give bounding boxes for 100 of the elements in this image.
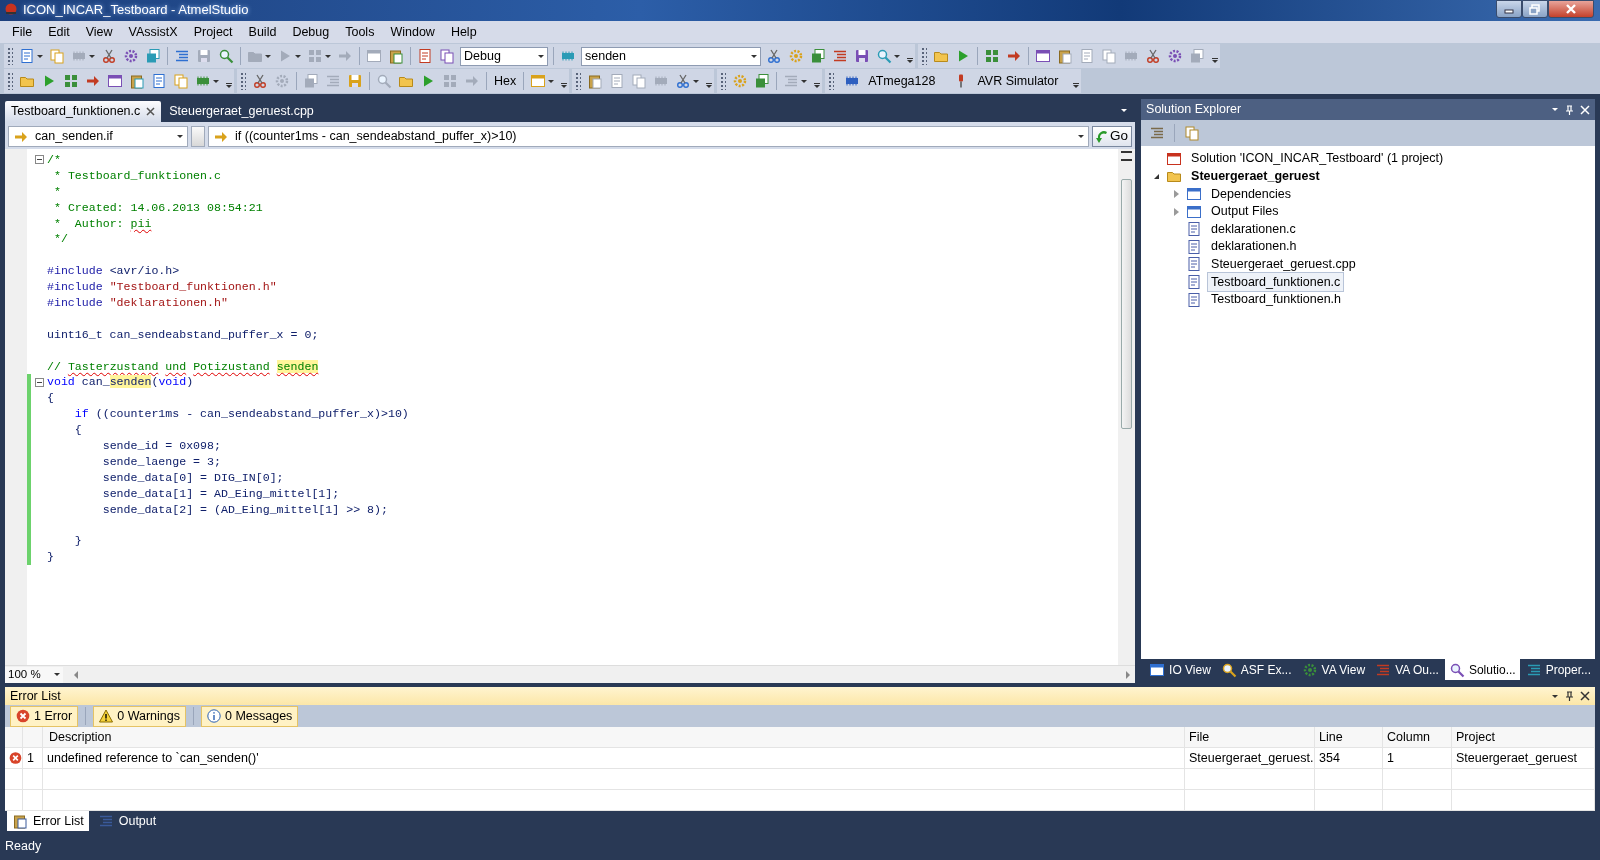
- error-icon: [16, 709, 30, 723]
- menu-item[interactable]: View: [77, 20, 121, 44]
- scroll-thumb[interactable]: [1121, 179, 1133, 429]
- toolbar-grip[interactable]: [575, 72, 582, 90]
- filter-button[interactable]: 0 Messages: [200, 705, 299, 727]
- scissors-icon[interactable]: [675, 73, 692, 89]
- toolbar-grip[interactable]: [7, 47, 13, 65]
- menu-item[interactable]: Help: [442, 20, 485, 44]
- member-dropdown[interactable]: if ((counter1ms - can_sendeabstand_puffer_x)>10): [208, 126, 1090, 147]
- expander-icon[interactable]: [1153, 173, 1159, 179]
- clipboard-icon[interactable]: [388, 48, 404, 64]
- close-icon[interactable]: [1580, 691, 1590, 701]
- clipboard-icon[interactable]: [129, 73, 145, 89]
- restore-button[interactable]: [1522, 0, 1548, 18]
- copy-icon[interactable]: [439, 48, 455, 64]
- panel-tab[interactable]: VA View: [1297, 659, 1370, 680]
- toolbar-grip[interactable]: [7, 72, 13, 90]
- panel-tab[interactable]: ASF Ex...: [1216, 659, 1296, 680]
- menu-item[interactable]: VAssistX: [120, 20, 186, 44]
- panel-title: Solution Explorer: [1146, 101, 1242, 119]
- fold-toggle[interactable]: [34, 155, 44, 165]
- column-header[interactable]: File: [1189, 727, 1210, 747]
- list-icon[interactable]: [174, 48, 190, 64]
- folder-icon: [1186, 186, 1203, 202]
- close-icon[interactable]: [146, 107, 156, 116]
- minimize-button[interactable]: [1496, 0, 1522, 18]
- window-icon[interactable]: [1035, 48, 1051, 64]
- stack-icon[interactable]: [754, 73, 771, 89]
- scroll-right-icon[interactable]: [1126, 670, 1131, 679]
- caret-icon[interactable]: [37, 54, 43, 58]
- panel-tab[interactable]: VA Ou...: [1371, 659, 1443, 680]
- grid-icon[interactable]: [984, 48, 1000, 64]
- toolbar-grip[interactable]: [720, 72, 727, 90]
- window-icon[interactable]: [107, 73, 123, 89]
- menu-item[interactable]: Window: [382, 20, 443, 44]
- menu-item[interactable]: Tools: [337, 20, 383, 44]
- go-button[interactable]: Go: [1092, 126, 1133, 147]
- code-line: void can_senden(void): [47, 374, 194, 391]
- toolbar-button[interactable]: AVR Simulator: [973, 71, 1063, 91]
- scope-dropdown[interactable]: can_senden.if: [8, 126, 188, 147]
- caret-icon[interactable]: [693, 79, 700, 83]
- menu-item[interactable]: File: [4, 20, 41, 44]
- caret-icon: [538, 54, 544, 58]
- fold-toggle[interactable]: [34, 377, 44, 387]
- menu-item[interactable]: Debug: [284, 20, 338, 44]
- zoom-dropdown[interactable]: 100 %: [5, 666, 63, 683]
- code-line: */: [52, 231, 68, 248]
- panel-tab[interactable]: Proper...: [1521, 659, 1595, 680]
- stack-icon[interactable]: [145, 48, 161, 64]
- grid-icon[interactable]: [63, 73, 79, 89]
- splitter-handle[interactable]: [1121, 151, 1133, 161]
- column-header[interactable]: Description: [49, 727, 112, 747]
- menu-item[interactable]: Project: [185, 20, 241, 44]
- list-icon[interactable]: [832, 48, 848, 64]
- scissors-icon[interactable]: [1145, 48, 1161, 64]
- caret-icon[interactable]: [213, 79, 219, 83]
- toolbar-button[interactable]: ATmega128: [864, 71, 940, 91]
- filter-button[interactable]: 0 Warnings: [93, 705, 186, 727]
- panel-tab[interactable]: IO View: [1145, 659, 1215, 680]
- scissors-icon[interactable]: [766, 48, 782, 64]
- document-icon[interactable]: [417, 48, 433, 64]
- gear-icon[interactable]: [123, 48, 139, 64]
- panel-tab[interactable]: Error List: [7, 811, 89, 831]
- document-icon[interactable]: [151, 73, 167, 89]
- gear-icon[interactable]: [1167, 48, 1183, 64]
- search-icon[interactable]: [218, 48, 234, 64]
- arrow-icon[interactable]: [1006, 48, 1022, 64]
- menu-item[interactable]: Build: [240, 20, 285, 44]
- arrow-icon[interactable]: [85, 73, 101, 89]
- close-button[interactable]: [1548, 0, 1594, 18]
- document-tab[interactable]: Steuergeraet_geruest.cpp: [163, 101, 320, 122]
- toolbar-grip[interactable]: [828, 72, 835, 90]
- spin-button[interactable]: [191, 126, 205, 147]
- toolbar-button[interactable]: Hex: [490, 71, 521, 91]
- caret-icon[interactable]: [548, 79, 555, 83]
- pin-icon[interactable]: [1564, 691, 1574, 701]
- menu-item[interactable]: Edit: [40, 20, 78, 44]
- toolbar-grip[interactable]: [921, 47, 927, 65]
- document-tab[interactable]: Testboard_funktionen.c: [5, 101, 162, 122]
- tree-item[interactable]: Testboard_funktionen.c: [1207, 271, 1345, 293]
- caret-icon[interactable]: [894, 54, 900, 58]
- dropdown-field[interactable]: Debug: [460, 46, 548, 66]
- toolbar-grip[interactable]: [240, 72, 246, 90]
- vertical-scrollbar[interactable]: [1118, 149, 1136, 665]
- info-icon: [206, 709, 221, 723]
- document-icon[interactable]: [19, 48, 35, 64]
- list-icon[interactable]: [1149, 125, 1166, 141]
- copy-icon[interactable]: [1184, 125, 1201, 141]
- dropdown-field[interactable]: senden: [581, 46, 761, 66]
- list-icon: [97, 813, 114, 829]
- code-line: {: [73, 422, 82, 439]
- scissors-icon[interactable]: [252, 73, 268, 89]
- panel-tab[interactable]: Output: [92, 811, 162, 831]
- file-icon: [1186, 221, 1203, 238]
- scroll-left-icon[interactable]: [74, 670, 78, 679]
- filter-button[interactable]: 1 Error: [10, 705, 79, 727]
- stack-icon[interactable]: [810, 48, 826, 64]
- caret-icon[interactable]: [1552, 694, 1558, 698]
- panel-tab[interactable]: Solutio...: [1444, 659, 1520, 680]
- scissors-icon[interactable]: [101, 48, 117, 64]
